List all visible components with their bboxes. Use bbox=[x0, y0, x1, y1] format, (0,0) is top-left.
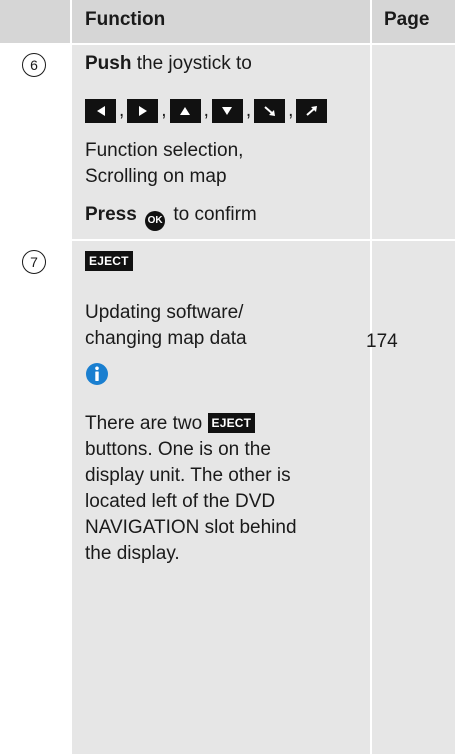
push-rest: the joystick to bbox=[131, 53, 252, 74]
info-icon bbox=[86, 363, 108, 385]
eject-button-icon: EJECT bbox=[85, 251, 133, 271]
joystick-keys: , , , , , bbox=[85, 99, 328, 123]
separator: , bbox=[245, 100, 252, 121]
separator: , bbox=[119, 100, 125, 121]
row-6-number-cell: 6 bbox=[0, 45, 70, 239]
description-line: Scrolling on map bbox=[85, 166, 227, 187]
eject-button-icon: EJECT bbox=[207, 413, 256, 433]
note-line: display unit. The other is bbox=[85, 465, 291, 486]
header-page-cell: Page bbox=[372, 0, 455, 43]
note-line: the display. bbox=[85, 543, 180, 564]
header-number-cell bbox=[0, 0, 70, 43]
page-number: 174 bbox=[366, 331, 398, 352]
arrow-diagonal-down-right-icon bbox=[254, 99, 286, 123]
eject-key-line: EJECT bbox=[85, 249, 365, 275]
note-line: There are two EJECT bbox=[85, 411, 365, 437]
arrow-up-icon bbox=[169, 99, 201, 123]
arrow-left-icon bbox=[85, 99, 116, 123]
press-instruction: Press OK to confirm bbox=[85, 202, 365, 231]
note-line-prefix: There are two bbox=[85, 413, 208, 434]
note-line: buttons. One is on the bbox=[85, 439, 271, 460]
press-rest: to confirm bbox=[168, 204, 257, 225]
arrow-right-icon bbox=[127, 99, 159, 123]
note-line: located left of the DVD bbox=[85, 491, 276, 512]
description-line: Function selection, bbox=[85, 140, 244, 161]
row-7-number-cell: 7 bbox=[0, 241, 70, 754]
ok-button-icon: OK bbox=[145, 211, 166, 231]
separator: , bbox=[161, 100, 167, 121]
row-7-page-cell: 174 bbox=[366, 241, 455, 754]
separator: , bbox=[203, 100, 209, 121]
function-description: Updating software/ changing map data bbox=[85, 300, 365, 352]
description-line: Updating software/ bbox=[85, 302, 244, 323]
description-line: changing map data bbox=[85, 328, 247, 349]
row-number-badge: 6 bbox=[22, 53, 46, 77]
header-function-label: Function bbox=[85, 9, 166, 30]
separator: , bbox=[288, 100, 294, 121]
function-description: Function selection, Scrolling on map bbox=[85, 138, 365, 190]
note-text: There are two EJECT buttons. One is on t… bbox=[85, 411, 365, 567]
press-bold: Press bbox=[85, 204, 137, 225]
row-6-page-cell bbox=[372, 45, 455, 239]
table-header: Function Page bbox=[0, 0, 455, 43]
arrow-diagonal-up-right-icon bbox=[296, 99, 328, 123]
row-number-badge: 7 bbox=[22, 250, 46, 274]
function-table: Function Page 6 Push the joystick to , ,… bbox=[0, 0, 455, 754]
header-page-label: Page bbox=[384, 9, 430, 30]
push-bold: Push bbox=[85, 53, 132, 74]
arrow-down-icon bbox=[211, 99, 243, 123]
header-function-cell: Function bbox=[72, 0, 370, 43]
row-7-function-cell: EJECT Updating software/ changing map da… bbox=[72, 241, 370, 754]
note-line: NAVIGATION slot behind bbox=[85, 517, 297, 538]
push-instruction: Push the joystick to bbox=[85, 51, 365, 77]
row-6-function-cell: Push the joystick to , , , , , Function … bbox=[72, 45, 370, 239]
